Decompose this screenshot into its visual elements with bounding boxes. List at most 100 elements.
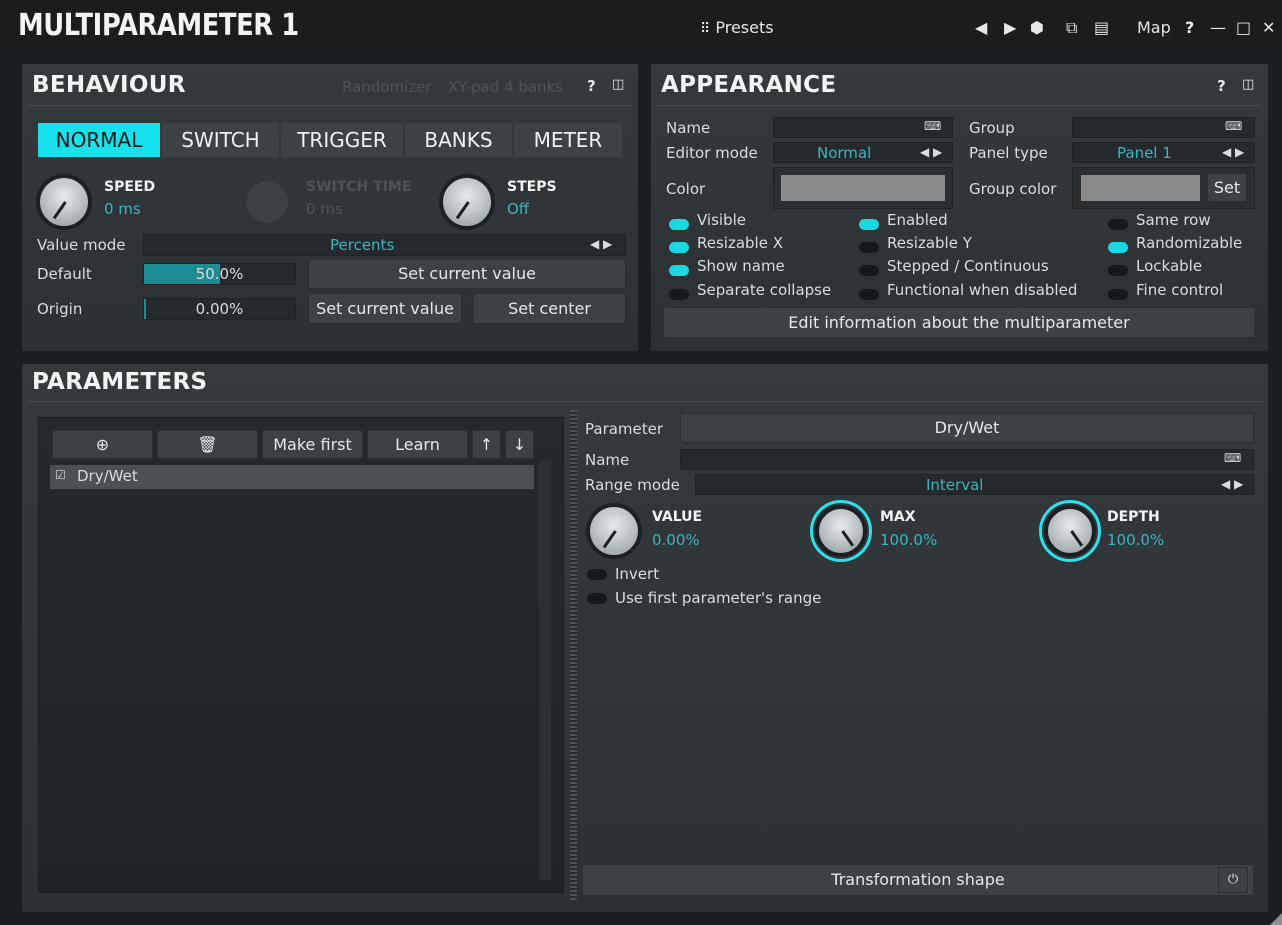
value-knob-label: VALUE: [652, 509, 703, 525]
parameter-selector[interactable]: Dry/Wet: [680, 413, 1254, 443]
arrows-icon[interactable]: ◀ ▶: [1222, 145, 1244, 159]
panel-type-selector[interactable]: Panel 1 ◀ ▶: [1072, 142, 1255, 163]
add-parameter-button[interactable]: ⊕: [52, 430, 153, 459]
tab-normal[interactable]: NORMAL: [38, 123, 160, 157]
move-up-button[interactable]: ↑: [472, 430, 501, 459]
divider: [28, 401, 1262, 402]
move-down-button[interactable]: ↓: [505, 430, 534, 459]
keyboard-icon[interactable]: ⌨: [1225, 119, 1242, 133]
resize-grip[interactable]: [1270, 913, 1282, 925]
arrows-icon[interactable]: ◀ ▶: [590, 237, 612, 251]
toggle-label: Same row: [1136, 211, 1211, 229]
map-button[interactable]: Map: [1137, 18, 1171, 37]
presets-button[interactable]: ⠿ Presets: [700, 18, 774, 37]
steps-value: Off: [507, 200, 530, 218]
previous-preset-icon[interactable]: ◀: [975, 18, 987, 37]
splitter-handle[interactable]: [570, 410, 577, 900]
edit-information-button[interactable]: Edit information about the multiparamete…: [663, 307, 1255, 338]
help-icon[interactable]: ?: [1217, 77, 1226, 95]
toggle-fine-control[interactable]: [1108, 289, 1128, 300]
list-item[interactable]: ☑ Dry/Wet: [50, 465, 534, 489]
depth-knob[interactable]: [1044, 505, 1096, 557]
group-color-swatch[interactable]: [1081, 175, 1200, 201]
value-knob-value: 0.00%: [652, 531, 700, 549]
xy-pad-link[interactable]: XY-pad 4 banks: [448, 78, 563, 96]
speed-knob[interactable]: [36, 174, 92, 230]
paste-icon[interactable]: ▤: [1094, 18, 1109, 37]
set-center-button[interactable]: Set center: [473, 293, 626, 324]
toggle-resizable-y[interactable]: [859, 242, 879, 253]
set-current-value-button[interactable]: Set current value: [308, 259, 626, 289]
name-label: Name: [666, 119, 711, 137]
checkbox-icon[interactable]: ☑: [55, 468, 66, 482]
editor-mode-selector[interactable]: Normal ◀ ▶: [773, 142, 953, 163]
title-bar: MULTIPARAMETER 1 ⠿ Presets ◀ ▶ ⬢ ⧉ ▤ Map…: [0, 0, 1282, 52]
help-icon[interactable]: ?: [1185, 18, 1194, 37]
value-mode-selector[interactable]: Percents ◀ ▶: [143, 234, 626, 256]
next-preset-icon[interactable]: ▶: [1004, 18, 1016, 37]
toggle-resizable-x[interactable]: [669, 242, 689, 253]
toggle-same-row[interactable]: [1108, 219, 1128, 230]
toggle-separate-collapse[interactable]: [669, 289, 689, 300]
close-icon[interactable]: ✕: [1262, 18, 1275, 37]
toggle-lockable[interactable]: [1108, 265, 1128, 276]
value-mode-label: Value mode: [37, 236, 126, 254]
minimize-icon[interactable]: —: [1210, 18, 1226, 37]
depth-knob-value: 100.0%: [1107, 531, 1165, 549]
use-first-range-toggle[interactable]: [587, 593, 607, 604]
tab-banks[interactable]: BANKS: [405, 123, 512, 157]
power-icon[interactable]: ⏻: [1218, 867, 1248, 893]
help-icon[interactable]: ?: [587, 77, 596, 95]
collapse-icon[interactable]: ◫: [612, 77, 624, 92]
make-first-button[interactable]: Make first: [262, 430, 363, 459]
plugin-window: MULTIPARAMETER 1 ⠿ Presets ◀ ▶ ⬢ ⧉ ▤ Map…: [0, 0, 1282, 925]
toggle-show-name[interactable]: [669, 265, 689, 276]
toggle-label: Resizable Y: [887, 234, 972, 252]
tab-trigger[interactable]: TRIGGER: [281, 123, 403, 157]
keyboard-icon[interactable]: ⌨: [1224, 451, 1241, 465]
toggle-functional-when-disabled[interactable]: [859, 289, 879, 300]
set-current-value-origin-button[interactable]: Set current value: [308, 293, 462, 324]
maximize-icon[interactable]: □: [1236, 18, 1251, 37]
steps-knob[interactable]: [439, 174, 495, 230]
arrows-icon[interactable]: ◀ ▶: [1221, 477, 1243, 491]
grid-icon: ⠿: [700, 21, 711, 37]
randomizer-link[interactable]: Randomizer: [342, 78, 432, 96]
value-knob[interactable]: [586, 503, 642, 559]
name-field[interactable]: ⌨: [773, 117, 953, 138]
divider: [657, 105, 1261, 106]
list-scrollbar[interactable]: [539, 460, 551, 880]
set-group-color-button[interactable]: Set: [1207, 173, 1247, 202]
group-field[interactable]: ⌨: [1072, 117, 1255, 138]
toggle-label: Show name: [697, 257, 785, 275]
keyboard-icon[interactable]: ⌨: [924, 119, 941, 133]
toggle-stepped-continuous[interactable]: [859, 265, 879, 276]
invert-toggle[interactable]: [587, 569, 607, 580]
tab-meter[interactable]: METER: [514, 123, 622, 157]
color-label: Color: [666, 180, 706, 198]
panel-type-label: Panel type: [969, 144, 1048, 162]
color-swatch[interactable]: [781, 175, 945, 201]
toggle-enabled[interactable]: [859, 219, 879, 230]
editor-mode-label: Editor mode: [666, 144, 758, 162]
origin-slider[interactable]: 0.00%: [143, 298, 296, 320]
arrows-icon[interactable]: ◀ ▶: [920, 145, 942, 159]
collapse-icon[interactable]: ◫: [1242, 77, 1254, 92]
delete-parameter-button[interactable]: 🗑: [157, 430, 258, 459]
tab-switch[interactable]: SWITCH: [162, 123, 279, 157]
default-label: Default: [37, 265, 92, 283]
toggle-visible[interactable]: [669, 219, 689, 230]
transformation-shape-button[interactable]: Transformation shape: [582, 864, 1254, 896]
copy-icon[interactable]: ⧉: [1066, 18, 1077, 38]
random-dice-icon[interactable]: ⬢: [1030, 18, 1044, 37]
switch-time-label: SWITCH TIME: [306, 179, 412, 195]
range-mode-selector[interactable]: Interval ◀ ▶: [695, 474, 1254, 495]
parameter-name-field[interactable]: ⌨: [680, 449, 1254, 470]
toggle-label: Lockable: [1136, 257, 1203, 275]
learn-button[interactable]: Learn: [367, 430, 468, 459]
max-knob-label: MAX: [880, 509, 916, 525]
color-swatch-frame[interactable]: [773, 167, 953, 209]
toggle-randomizable[interactable]: [1108, 242, 1128, 253]
max-knob[interactable]: [815, 505, 867, 557]
default-slider[interactable]: 50.0%: [143, 263, 296, 285]
